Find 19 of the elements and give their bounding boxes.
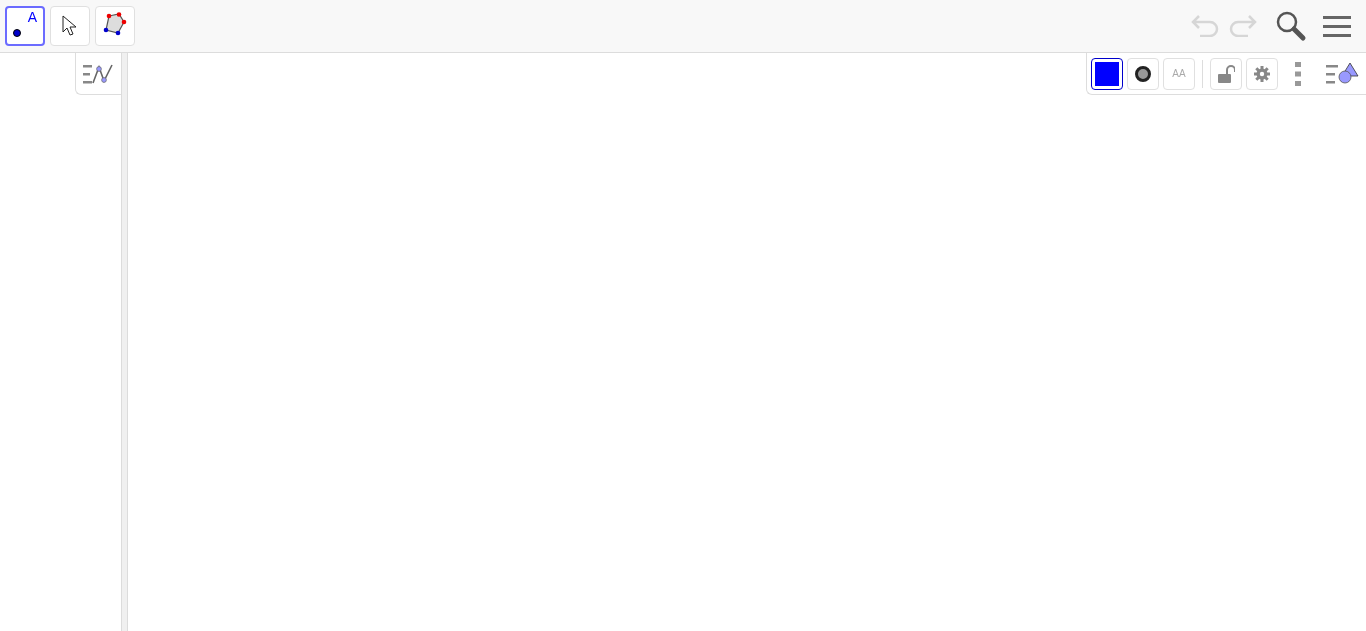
settings-icon	[1253, 64, 1271, 83]
tool-button[interactable]	[95, 6, 135, 46]
lock-icon	[1217, 63, 1235, 84]
point-style-button[interactable]	[1127, 57, 1159, 90]
cursor-icon	[61, 14, 79, 38]
search-icon	[1275, 10, 1307, 42]
point-icon	[13, 29, 21, 37]
lock-button[interactable]	[1210, 57, 1242, 90]
settings-button[interactable]	[1246, 57, 1278, 90]
menu-icon	[1323, 14, 1351, 38]
point-style-icon	[1135, 65, 1151, 82]
tool-button[interactable]: A	[5, 6, 45, 46]
point-label: A	[27, 10, 37, 24]
tool-button[interactable]	[50, 6, 90, 46]
redo-icon	[1228, 15, 1258, 37]
algebra-toggle-button[interactable]	[75, 53, 121, 95]
more-icon	[1295, 61, 1301, 86]
graphics-list-icon	[1325, 61, 1359, 86]
undo-icon	[1190, 15, 1220, 37]
